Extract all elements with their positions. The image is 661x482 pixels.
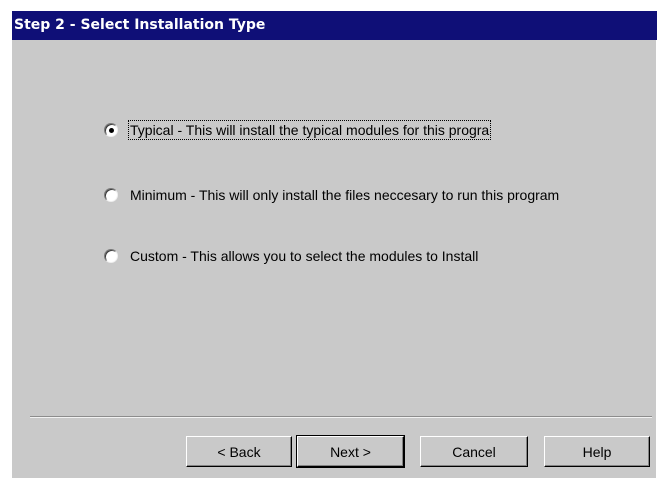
option-typical-label[interactable]: Typical - This will install the typical … xyxy=(127,120,492,140)
window-title: Step 2 - Select Installation Type xyxy=(14,17,266,33)
title-bar: Step 2 - Select Installation Type xyxy=(12,11,657,40)
option-typical[interactable]: Typical - This will install the typical … xyxy=(104,120,492,140)
installer-dialog: Step 2 - Select Installation Type Typica… xyxy=(12,11,657,479)
option-minimum[interactable]: Minimum - This will only install the fil… xyxy=(104,185,560,205)
option-custom-label[interactable]: Custom - This allows you to select the m… xyxy=(129,247,479,265)
next-button-label: Next > xyxy=(330,443,371,460)
cancel-button[interactable]: Cancel xyxy=(420,436,528,467)
help-button-label: Help xyxy=(582,443,612,460)
radio-unselected-icon[interactable] xyxy=(104,188,118,202)
cancel-button-label: Cancel xyxy=(452,443,496,460)
next-button[interactable]: Next > xyxy=(296,435,405,468)
radio-selected-icon[interactable] xyxy=(104,123,118,137)
radio-unselected-icon[interactable] xyxy=(104,249,118,263)
back-button-label: < Back xyxy=(217,443,261,460)
option-minimum-label[interactable]: Minimum - This will only install the fil… xyxy=(129,186,560,204)
button-divider xyxy=(30,416,652,418)
back-button[interactable]: < Back xyxy=(186,436,292,467)
option-custom[interactable]: Custom - This allows you to select the m… xyxy=(104,246,479,266)
help-button[interactable]: Help xyxy=(544,436,650,467)
